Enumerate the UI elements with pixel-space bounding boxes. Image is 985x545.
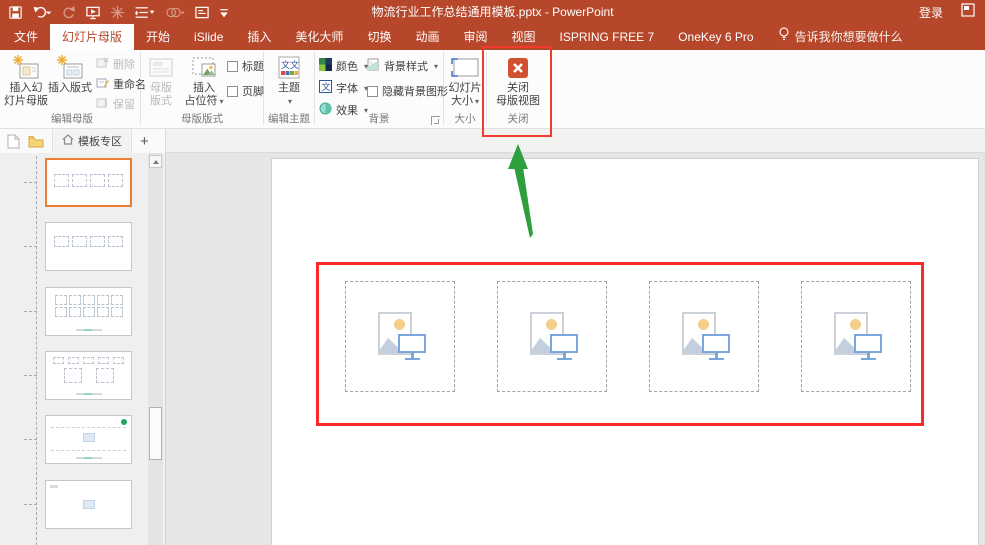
quick-access-toolbar <box>0 5 229 20</box>
paragraph-icon[interactable] <box>134 5 156 20</box>
fonts-icon: 文 <box>319 80 332 96</box>
thumbnail-layout-4[interactable] <box>45 415 132 464</box>
dialog-launcher-icon[interactable] <box>431 116 440 125</box>
insert-slide-master-button[interactable]: 插入幻 灯片母版 <box>4 53 48 108</box>
present-icon[interactable] <box>85 5 101 20</box>
delete-icon <box>96 57 109 72</box>
annotation-arrow-icon <box>508 144 533 238</box>
svg-text:文文: 文文 <box>281 59 299 70</box>
customize-qat-icon[interactable] <box>219 5 229 20</box>
redo-icon <box>61 5 76 20</box>
new-doc-icon[interactable] <box>194 5 210 20</box>
thumbnail-layout-5[interactable] <box>45 480 132 529</box>
group-label-size: 大小 <box>454 113 476 125</box>
colors-icon <box>319 58 332 74</box>
window-controls-icon[interactable] <box>961 2 975 22</box>
insert-slide-master-icon <box>13 54 39 82</box>
tab-ispring[interactable]: ISPRING FREE 7 <box>548 24 667 50</box>
rename-button[interactable]: 重命名 <box>96 76 146 92</box>
colors-button[interactable]: 颜色 <box>319 58 368 74</box>
scrollbar-thumb[interactable] <box>149 407 162 460</box>
open-folder-icon[interactable] <box>28 135 44 148</box>
themes-icon: 文文 <box>276 54 302 82</box>
title-checkbox[interactable]: 标题 <box>227 58 264 74</box>
beautify-icon <box>110 5 125 20</box>
group-master-layout: 母版 版式 插入 占位符 标题 页脚 母版版式 <box>141 50 264 129</box>
master-tree-line <box>36 156 37 545</box>
tab-file[interactable]: 文件 <box>2 24 50 50</box>
tab-animations[interactable]: 动画 <box>403 24 451 50</box>
home-icon <box>62 134 74 148</box>
shapes-icon <box>165 5 185 20</box>
thumbnail-layout-1[interactable] <box>45 222 132 271</box>
titlebar: 物流行业工作总结通用模板.pptx - PowerPoint 登录 <box>0 0 985 24</box>
group-label-edit-master: 编辑母版 <box>51 113 93 125</box>
tab-beautify-master[interactable]: 美化大师 <box>283 24 355 50</box>
themes-button[interactable]: 文文 主题 <box>267 53 311 108</box>
thumbnail-layout-2[interactable] <box>45 287 132 336</box>
hide-background-graphics-checkbox[interactable]: 隐藏背景图形 <box>367 83 448 99</box>
master-layout-button: 母版 版式 <box>141 53 181 108</box>
tab-islide[interactable]: iSlide <box>182 24 235 50</box>
group-edit-theme: 文文 主题 编辑主题 <box>264 50 314 129</box>
thumbnail-slide-master[interactable] <box>45 158 132 207</box>
theme-dot <box>121 419 127 425</box>
template-zone-tab[interactable]: 模板专区 <box>52 129 132 153</box>
tab-transitions[interactable]: 切换 <box>355 24 403 50</box>
insert-layout-icon <box>57 54 83 82</box>
tell-me-box[interactable]: 告诉我你想要做什么 <box>766 24 915 50</box>
slide-thumbnail-panel <box>0 153 166 545</box>
tab-insert[interactable]: 插入 <box>235 24 283 50</box>
preserve-icon <box>96 97 109 112</box>
checkbox-icon <box>227 85 238 97</box>
highlight-box-placeholders <box>316 262 924 426</box>
group-edit-master: 插入幻 灯片母版 插入版式 删除 重命名 保留 编辑母版 <box>4 50 146 129</box>
group-label-master-layout: 母版版式 <box>181 113 223 125</box>
add-tab-button[interactable]: + <box>132 133 157 150</box>
svg-text:文: 文 <box>322 81 331 92</box>
background-styles-button[interactable]: 背景样式 <box>367 58 448 74</box>
undo-icon[interactable] <box>32 5 52 20</box>
group-size: 幻灯片 大小 大小 <box>444 50 486 129</box>
preserve-button: 保留 <box>96 96 146 112</box>
thumbnail-layout-3[interactable] <box>45 351 132 400</box>
lightbulb-icon <box>778 24 790 50</box>
slide-size-button[interactable]: 幻灯片 大小 <box>445 53 485 108</box>
footer-checkbox[interactable]: 页脚 <box>227 83 264 99</box>
master-layout-icon <box>148 54 174 82</box>
group-label-background: 背景 <box>368 113 390 125</box>
tab-onekey[interactable]: OneKey 6 Pro <box>666 24 765 50</box>
highlight-box-close-button <box>482 46 552 137</box>
checkbox-icon <box>227 60 238 72</box>
powerpoint-window: 物流行业工作总结通用模板.pptx - PowerPoint 登录 文件 幻灯片… <box>0 0 985 545</box>
slide-size-icon <box>450 54 480 82</box>
insert-placeholder-button[interactable]: 插入 占位符 <box>181 53 227 108</box>
group-background: 颜色 文字体 效果 背景样式 隐藏背景图形 背景 <box>315 50 448 129</box>
background-styles-icon <box>367 58 380 74</box>
login-button[interactable]: 登录 <box>919 4 943 21</box>
insert-layout-button[interactable]: 插入版式 <box>48 53 92 108</box>
group-label-edit-theme: 编辑主题 <box>268 113 310 125</box>
tab-home[interactable]: 开始 <box>134 24 182 50</box>
tab-slide-master[interactable]: 幻灯片母版 <box>50 24 135 50</box>
insert-placeholder-icon <box>191 54 217 82</box>
save-icon[interactable] <box>8 5 23 20</box>
rename-icon <box>96 77 109 92</box>
fonts-button[interactable]: 文字体 <box>319 80 368 96</box>
thumbnail-scrollbar[interactable] <box>148 153 163 545</box>
checkbox-icon <box>367 85 378 97</box>
thumbnail-panel-tabbar: 模板专区 + <box>0 129 166 153</box>
delete-button: 删除 <box>96 56 146 72</box>
scroll-up-button[interactable] <box>149 155 162 168</box>
new-file-icon[interactable] <box>7 134 20 149</box>
window-title: 物流行业工作总结通用模板.pptx - PowerPoint <box>371 5 614 19</box>
